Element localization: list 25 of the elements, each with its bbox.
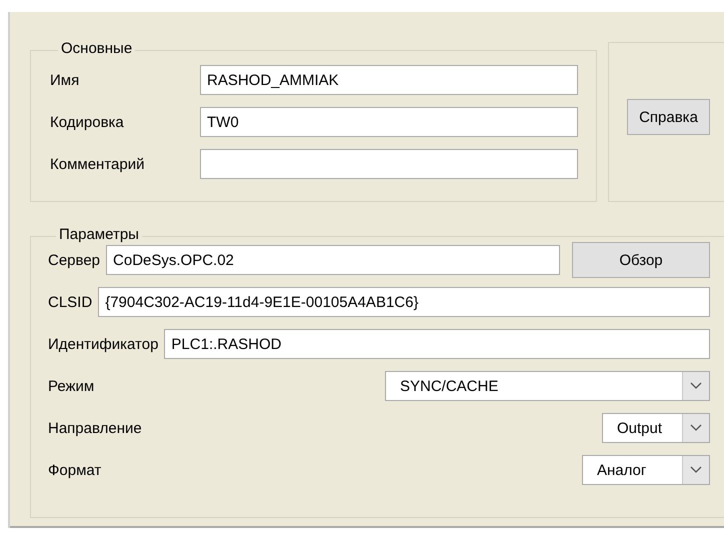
- group-title: Параметры: [58, 226, 140, 243]
- chevron-down-icon: [690, 424, 702, 432]
- dropdown[interactable]: SYNC/CACHE: [385, 371, 710, 401]
- field-label: Кодировка: [50, 114, 125, 130]
- browse-button[interactable]: Обзор: [572, 242, 710, 278]
- chevron-down-icon: [690, 382, 702, 390]
- field-label: Идентификатор: [48, 336, 158, 352]
- field-label: Комментарий: [50, 156, 146, 172]
- dropdown[interactable]: Аналог: [582, 455, 710, 485]
- text-field[interactable]: PLC1:.RASHOD: [164, 329, 710, 359]
- field-label: Режим: [48, 378, 94, 394]
- field-label: CLSID: [48, 294, 92, 310]
- field-label: Направление: [48, 420, 142, 436]
- field-label: Формат: [48, 462, 102, 478]
- text-field[interactable]: CoDeSys.OPC.02: [106, 245, 560, 275]
- text-field[interactable]: [200, 149, 578, 179]
- chevron-down-icon: [690, 466, 702, 474]
- text-field[interactable]: RASHOD_AMMIAK: [200, 65, 578, 95]
- text-field[interactable]: TW0: [200, 107, 578, 137]
- dropdown[interactable]: Output: [602, 413, 710, 443]
- field-label: Сервер: [48, 252, 100, 268]
- text-field[interactable]: {7904C302-AC19-11d4-9E1E-00105A4AB1C6}: [98, 287, 710, 317]
- group-title: Основные: [60, 40, 134, 57]
- field-label: Имя: [50, 72, 80, 88]
- help-button[interactable]: Справка: [627, 99, 710, 135]
